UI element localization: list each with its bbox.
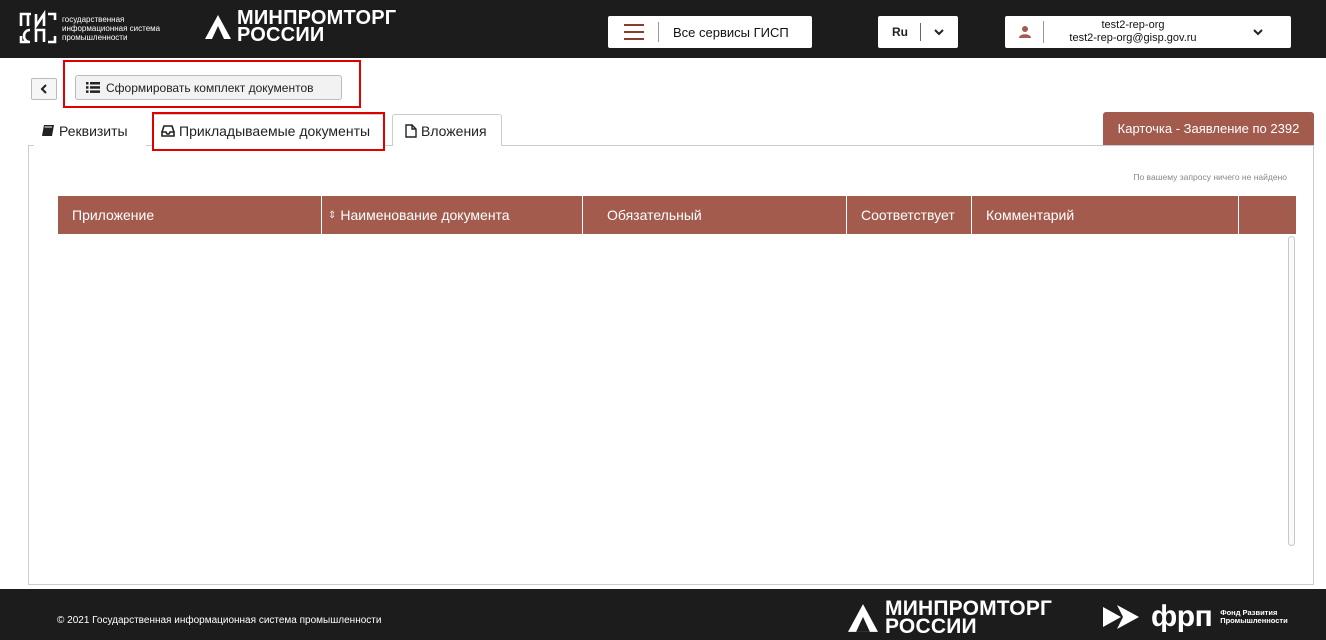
chevron-down-icon [934,29,944,36]
column-header-appendix[interactable]: Приложение [58,196,322,234]
frp-name: фрп [1151,600,1213,633]
tab-requisites[interactable]: Реквизиты [34,114,146,146]
frp-subtitle: Фонд Развития Промышленности [1220,609,1288,625]
page: государственная информационная система п… [0,0,1326,640]
minpromtorg-logo-text: МИНПРОМТОРГ РОССИИ [237,8,396,46]
tab-requisites-label: Реквизиты [59,122,128,139]
list-icon [86,82,100,93]
tab-attachments-label: Вложения [421,122,487,139]
user-name: test2-rep-org [1101,19,1165,31]
form-document-set-label: Сформировать комплект документов [106,80,314,95]
minpromtorg-triangle-icon [205,15,231,39]
minpromtorg-line-2: РОССИИ [237,24,325,46]
all-services-button[interactable]: Все сервисы ГИСП [608,16,812,48]
form-document-set-button[interactable]: Сформировать комплект документов [75,75,342,100]
column-document-name-label: Наименование документа [340,207,510,223]
user-separator [1043,21,1044,43]
column-matches-label: Соответствует [861,207,955,223]
copyright-text: © 2021 Государственная информационная си… [57,615,382,626]
user-icon [1019,26,1031,38]
column-header-comment[interactable]: Комментарий [972,196,1239,234]
gisp-logo-line-1: государственная [62,14,125,24]
sort-icon: ⇕ [328,209,337,221]
frp-arrow-icon [1103,605,1139,629]
frp-subtitle-line-2: Промышленности [1220,616,1288,625]
minpromtorg-triangle-icon [848,604,878,632]
page-footer: © 2021 Государственная информационная си… [0,589,1326,640]
footer-minpromtorg-logo[interactable]: МИНПРОМТОРГ РОССИИ [846,598,1052,638]
file-icon [405,123,417,138]
footer-minpromtorg-text: МИНПРОМТОРГ РОССИИ [885,598,1052,638]
minpromtorg-logo[interactable]: МИНПРОМТОРГ РОССИИ [204,8,396,46]
services-separator [658,22,659,42]
column-comment-label: Комментарий [986,207,1075,223]
column-required-label: Обязательный [607,207,702,223]
card-title-badge: Карточка - Заявление по 2392 [1103,112,1314,145]
book-icon [42,125,54,136]
language-separator [920,23,921,41]
top-header: государственная информационная система п… [0,0,1326,58]
column-header-matches[interactable]: Соответствует [847,196,972,234]
gisp-logo-line-3: промышленности [62,32,128,42]
tab-attachments[interactable]: Вложения [392,114,502,146]
column-header-actions [1239,196,1296,234]
language-value: Ru [892,25,908,39]
empty-result-message: По вашему запросу ничего не найдено [1133,172,1287,182]
gisp-logo-line-2: информационная система [62,23,161,33]
user-menu[interactable]: test2-rep-org test2-rep-org@gisp.gov.ru [1005,16,1291,48]
table-scrollbar[interactable] [1288,236,1295,546]
gisp-logo-text: государственная информационная система п… [62,15,160,42]
language-select[interactable]: Ru [878,16,958,48]
menu-burger-icon [624,24,644,40]
user-info: test2-rep-org test2-rep-org@gisp.gov.ru [1054,19,1212,45]
footer-minpromtorg-line-2: РОССИИ [885,615,977,638]
chevron-left-icon [40,84,47,94]
frp-logo[interactable]: фрп Фонд Развития Промышленности [1103,600,1288,633]
back-button[interactable] [31,78,57,100]
chevron-down-icon [1253,29,1263,36]
column-header-document-name[interactable]: ⇕ Наименование документа [322,196,583,234]
table-header: Приложение ⇕ Наименование документа Обяз… [58,196,1296,234]
all-services-label: Все сервисы ГИСП [673,24,789,40]
column-appendix-label: Приложение [72,207,155,223]
gisp-logo-mark-icon [19,10,57,44]
user-email: test2-rep-org@gisp.gov.ru [1069,32,1197,44]
gisp-logo[interactable]: государственная информационная система п… [18,10,160,46]
column-header-required[interactable]: Обязательный [583,196,847,234]
